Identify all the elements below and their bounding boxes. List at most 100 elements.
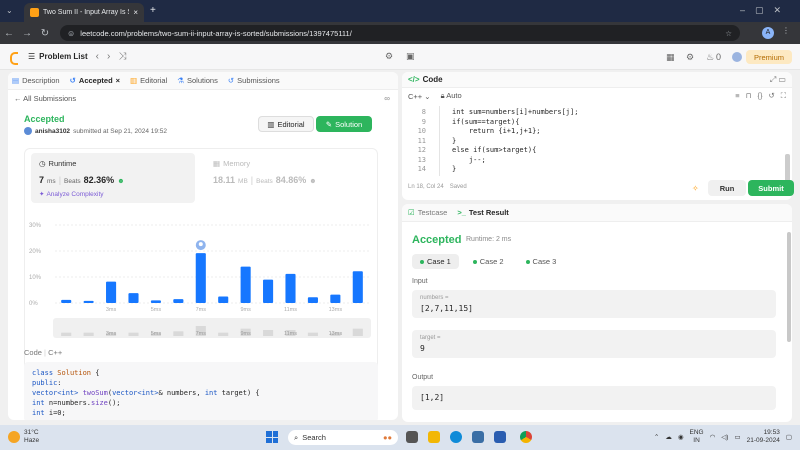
right-scrollbar[interactable] (787, 232, 791, 342)
sparkle-icon[interactable]: ✧ (692, 184, 699, 193)
overview-bar (307, 332, 318, 336)
window-controls[interactable]: –▢✕ (740, 5, 791, 16)
tab-test-result[interactable]: >_ Test Result (457, 208, 508, 217)
weather-widget[interactable]: 31°C Haze (8, 429, 39, 445)
x-tick-label: 7ms (196, 307, 207, 313)
leetcode-logo-icon[interactable] (8, 51, 20, 65)
code-line: j--; (452, 155, 486, 164)
language-select[interactable]: C++ ⌄ (408, 92, 431, 101)
app-icon[interactable] (494, 431, 506, 443)
tab-accepted[interactable]: ↺ Accepted × (70, 76, 120, 85)
tab-testcase[interactable]: ☑ Testcase (408, 208, 447, 217)
file-explorer-icon[interactable] (428, 431, 440, 443)
runtime-box[interactable]: ◷ Runtime 7 ms | Beats 82.36% ☻ ✦ Analyze … (31, 153, 195, 203)
user-avatar[interactable] (732, 52, 742, 62)
profile-avatar[interactable]: A (762, 27, 774, 39)
code-editor[interactable]: 8 int sum=numbers[i]+numbers[j]; 9 if(sum==… (402, 106, 792, 184)
fullscreen-icon[interactable]: ⛶ (781, 91, 786, 101)
url-input[interactable]: ⊜ leetcode.com/problems/two-sum-ii-input… (60, 25, 740, 41)
browser-tab[interactable]: Two Sum II - Input Array Is Sorte × (24, 3, 144, 22)
battery-icon[interactable]: ▭ (734, 433, 740, 441)
tab-submissions[interactable]: ↺ Submissions (228, 76, 280, 85)
wifi-icon[interactable]: ◠ (710, 433, 716, 441)
editorial-button[interactable]: ▥ Editorial (258, 116, 314, 132)
streak-fire-icon[interactable]: ♨ (706, 52, 714, 63)
overview-bar (263, 330, 274, 336)
chevron-up-icon[interactable]: ⌃ (654, 433, 659, 441)
clock[interactable]: 19:53 21-09-2024 (747, 429, 780, 445)
clock-icon: ◷ (39, 159, 46, 168)
reset-icon[interactable]: ↺ (768, 91, 774, 101)
problem-list-link[interactable]: ☰ Problem List (28, 52, 88, 61)
link-icon[interactable]: ∞ (384, 94, 390, 103)
x-tick-label: 11ms (284, 307, 297, 313)
site-info-icon[interactable]: ⊜ (68, 29, 74, 38)
overview-label: 3ms (106, 331, 117, 337)
next-problem-icon[interactable]: › (107, 51, 110, 62)
tab-description[interactable]: ▤ Description (12, 76, 60, 85)
search-highlight-icon: ●● (382, 433, 392, 442)
task-view-icon[interactable] (406, 431, 418, 443)
reload-icon[interactable]: ↻ (36, 28, 54, 39)
case-tab[interactable]: Case 3 (518, 254, 565, 269)
case-tab[interactable]: Case 2 (465, 254, 512, 269)
tab-close-icon[interactable]: × (116, 76, 120, 85)
premium-button[interactable]: Premium (745, 50, 792, 64)
language-indicator[interactable]: ENG IN (690, 429, 704, 445)
tab-editorial[interactable]: ▥ Editorial (130, 76, 167, 85)
bookmark-star-icon[interactable]: ☆ (725, 29, 732, 38)
avatar (24, 127, 32, 135)
edge-icon[interactable] (450, 431, 462, 443)
chart-overview (53, 318, 371, 338)
memory-box[interactable]: ▦ Memory 18.11 MB | Beats 84.86% ☻ (205, 153, 365, 203)
bookmark-icon[interactable]: ⊓ (746, 91, 752, 101)
username[interactable]: anisha3102 (35, 128, 70, 135)
taskbar-search[interactable]: ⌕ Search ●● (288, 430, 398, 445)
volume-icon[interactable]: ◁) (721, 433, 728, 441)
code-line: return {i+1,j+1}; (452, 127, 541, 135)
line-number: 9 (421, 117, 426, 126)
browser-menu-icon[interactable]: ⋮ (782, 26, 790, 35)
store-icon[interactable] (472, 431, 484, 443)
submitted-code: class Solution { public: vector<int> two… (24, 362, 378, 420)
onedrive-icon[interactable]: ☁ (665, 433, 672, 441)
runtime-beats: 82.36% (83, 175, 115, 185)
tab-close-icon[interactable]: × (133, 8, 138, 17)
case-tab[interactable]: Case 1 (412, 254, 459, 269)
all-submissions-link[interactable]: ← All Submissions (14, 94, 76, 103)
maximize-icon[interactable]: ⤢ ▭ (770, 75, 786, 85)
tab-search-icon[interactable]: ⌄ (6, 6, 13, 15)
format-icon[interactable]: ≡ (735, 91, 739, 101)
prev-problem-icon[interactable]: ‹ (96, 51, 99, 62)
new-tab-button[interactable]: + (150, 5, 156, 16)
overview-label: 5ms (151, 331, 162, 337)
output-value: [1,2] (420, 393, 445, 402)
notification-icon[interactable]: ▢ (786, 433, 792, 441)
mode-select[interactable]: 🔒︎ Auto (441, 91, 462, 101)
tray-app-icon[interactable]: ◉ (678, 433, 684, 441)
terminal-icon: >_ (457, 208, 466, 217)
line-number: 12 (417, 146, 426, 154)
result-status: Accepted (412, 234, 462, 246)
notes-icon[interactable]: ▣ (406, 51, 415, 62)
submit-button[interactable]: Submit (748, 180, 794, 196)
debug-icon[interactable]: ⚙ (385, 51, 393, 62)
settings-icon[interactable]: ⚙ (686, 52, 694, 63)
run-button[interactable]: Run (708, 180, 746, 196)
back-icon[interactable]: ← (0, 28, 18, 39)
shuffle-icon[interactable]: ⤨ (118, 51, 126, 62)
solution-button[interactable]: ✎ Solution (316, 116, 372, 132)
tab-solutions[interactable]: ⚗ Solutions (177, 76, 218, 85)
windows-start-icon[interactable] (266, 431, 278, 443)
chart-bar (106, 281, 117, 303)
chart-bar (128, 293, 139, 303)
braces-icon[interactable]: {} (757, 91, 762, 101)
code-line: class Solution { (32, 369, 100, 377)
layout-icon[interactable]: ▦ (666, 52, 675, 63)
weather-icon (8, 431, 20, 443)
forward-icon[interactable]: → (18, 28, 36, 39)
analyze-complexity-link[interactable]: ✦ Analyze Complexity (39, 190, 104, 199)
numbers-value: [2,7,11,15] (420, 304, 473, 313)
chrome-icon[interactable] (520, 431, 532, 443)
edit-icon: ✎ (325, 119, 333, 129)
